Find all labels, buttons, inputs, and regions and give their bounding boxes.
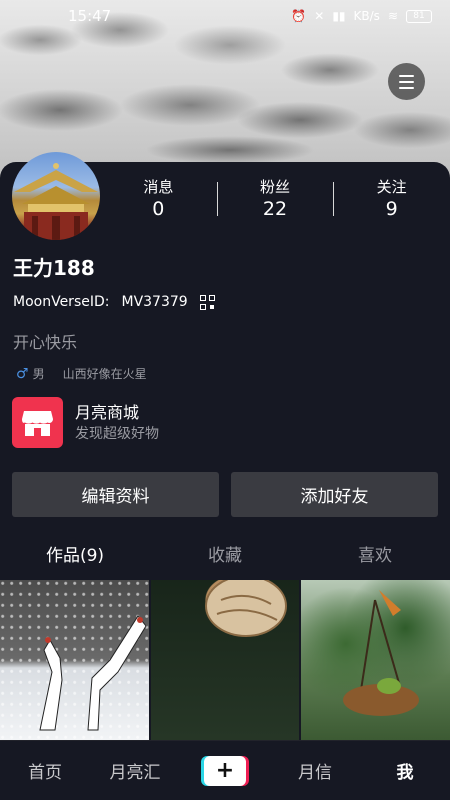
stat-value: 9 (385, 198, 398, 220)
stat-value: 0 (152, 198, 165, 220)
stat-label: 消息 (143, 178, 174, 196)
username: 王力188 (13, 256, 95, 280)
avatar[interactable] (12, 152, 100, 240)
bird-nest-image (343, 590, 420, 716)
bio-text: 开心快乐 (13, 333, 78, 352)
tab-likes[interactable]: 喜欢 (300, 536, 450, 576)
work-thumbnail[interactable] (150, 580, 300, 740)
menu-icon-bar (399, 86, 414, 89)
nav-create[interactable]: + (180, 755, 270, 786)
network-speed: KB/s (353, 9, 380, 23)
edit-profile-button[interactable]: 编辑资料 (12, 472, 219, 517)
content-tabs: 作品(9) 收藏 喜欢 (0, 536, 450, 576)
stat-label: 粉丝 (260, 178, 291, 196)
bottom-navigation: 首页 月亮汇 + 月信 我 (0, 740, 450, 800)
moonverse-id-label: MoonVerseID: (13, 294, 110, 310)
pavilion-icon (14, 163, 98, 240)
stat-messages[interactable]: 消息 0 (100, 178, 217, 222)
alarm-icon: ⏰ (291, 9, 307, 23)
add-friend-button[interactable]: 添加好友 (231, 472, 438, 517)
qr-code-icon[interactable] (199, 294, 215, 310)
work-thumbnail[interactable] (301, 580, 450, 740)
mute-icon: ✕ (314, 9, 325, 23)
stat-label: 关注 (376, 178, 407, 196)
status-bar: 15:47 ⏰ ✕ ▮▮ KB/s ≋ 81 (0, 0, 450, 32)
moonverse-id-value: MV37379 (121, 294, 188, 310)
profile-stats: 消息 0 粉丝 22 关注 9 (100, 178, 450, 222)
stat-following[interactable]: 关注 9 (333, 178, 450, 222)
shop-entry[interactable]: 月亮商城 发现超级好物 (12, 397, 159, 448)
nav-moon-hub[interactable]: 月亮汇 (90, 758, 180, 783)
shell-image (204, 580, 287, 637)
status-icons: ⏰ ✕ ▮▮ KB/s ≋ 81 (291, 9, 432, 23)
male-icon: ♂ (16, 365, 29, 382)
menu-icon (399, 74, 414, 77)
tab-works[interactable]: 作品(9) (0, 536, 150, 576)
nav-messages[interactable]: 月信 (270, 758, 360, 783)
signal-icon: ▮▮ (332, 9, 346, 23)
status-time: 15:47 (68, 7, 112, 25)
battery-icon: 81 (406, 9, 432, 23)
stat-followers[interactable]: 粉丝 22 (216, 178, 334, 222)
nav-home[interactable]: 首页 (0, 758, 90, 783)
nav-me[interactable]: 我 (360, 758, 450, 783)
gender-label: 男 (32, 367, 45, 381)
profile-tags: ♂ 男 山西好像在火星 (16, 365, 147, 382)
tab-favorites[interactable]: 收藏 (150, 536, 300, 576)
stat-value: 22 (262, 198, 288, 220)
moonverse-id-row: MoonVerseID: MV37379 (13, 294, 215, 310)
location-label: 山西好像在火星 (62, 367, 147, 381)
menu-icon-bar (399, 80, 414, 83)
plus-label: + (204, 755, 246, 786)
wifi-icon: ≋ (387, 9, 398, 23)
work-thumbnail[interactable] (0, 580, 149, 740)
shop-title: 月亮商城 (75, 402, 140, 422)
crane-image (39, 615, 147, 731)
shop-subtitle: 发现超级好物 (75, 425, 159, 442)
menu-button[interactable] (388, 63, 425, 100)
works-grid (0, 580, 450, 740)
shop-icon (12, 397, 63, 448)
plus-icon: + (201, 755, 249, 786)
